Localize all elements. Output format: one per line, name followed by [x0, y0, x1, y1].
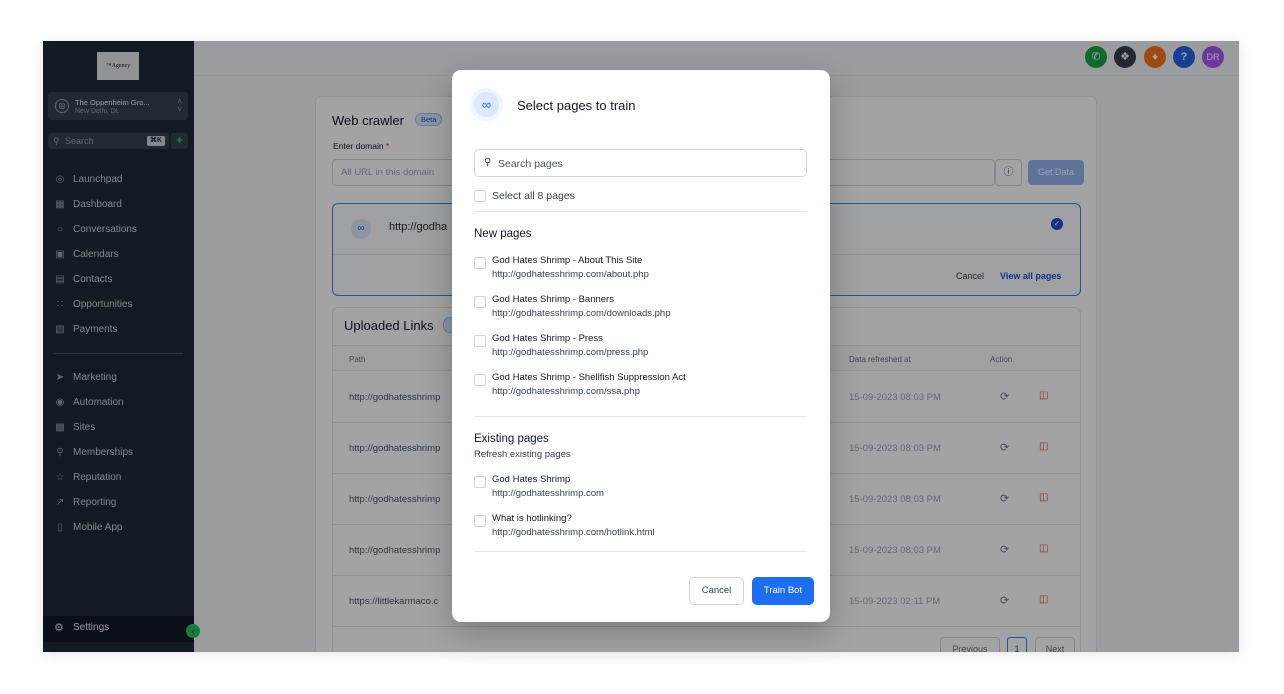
page-url: http://godhatesshrimp.com/ssa.php	[492, 386, 640, 397]
page-checkbox[interactable]	[474, 374, 486, 386]
existing-pages-subtitle: Refresh existing pages	[474, 449, 571, 460]
search-pages-input[interactable]	[498, 156, 798, 171]
page-title: God Hates Shrimp - Press	[492, 333, 603, 344]
select-pages-modal: ∞ Select pages to train ⚲ Select all 8 p…	[452, 70, 830, 622]
page-checkbox[interactable]	[474, 296, 486, 308]
page-checkbox[interactable]	[474, 335, 486, 347]
page-url: http://godhatesshrimp.com/downloads.php	[492, 308, 671, 319]
page-title: God Hates Shrimp - About This Site	[492, 255, 643, 266]
page-url: http://godhatesshrimp.com/press.php	[492, 347, 649, 358]
train-bot-button[interactable]: Train Bot	[752, 577, 814, 605]
modal-divider	[474, 551, 807, 552]
new-pages-heading: New pages	[474, 228, 532, 240]
page-title: God Hates Shrimp - Banners	[492, 294, 614, 305]
modal-divider	[474, 211, 807, 212]
modal-divider	[474, 416, 807, 417]
page-checkbox[interactable]	[474, 476, 486, 488]
select-all-checkbox[interactable]	[474, 190, 486, 202]
page-url: http://godhatesshrimp.com/about.php	[492, 269, 649, 280]
search-icon: ⚲	[484, 157, 492, 168]
search-pages-field[interactable]: ⚲	[474, 149, 807, 177]
page-url: http://godhatesshrimp.com/hotlink.html	[492, 527, 655, 538]
modal-title: Select pages to train	[517, 98, 636, 113]
page-checkbox[interactable]	[474, 515, 486, 527]
cancel-button[interactable]: Cancel	[689, 577, 744, 605]
link-icon: ∞	[470, 88, 503, 121]
select-all-label: Select all 8 pages	[492, 190, 575, 202]
page-url: http://godhatesshrimp.com	[492, 488, 604, 499]
page-checkbox[interactable]	[474, 257, 486, 269]
page-title: What is hotlinking?	[492, 513, 572, 524]
page-title: God Hates Shrimp - Shellfish Suppression…	[492, 372, 686, 383]
page-title: God Hates Shrimp	[492, 474, 571, 485]
existing-pages-heading: Existing pages	[474, 433, 549, 445]
